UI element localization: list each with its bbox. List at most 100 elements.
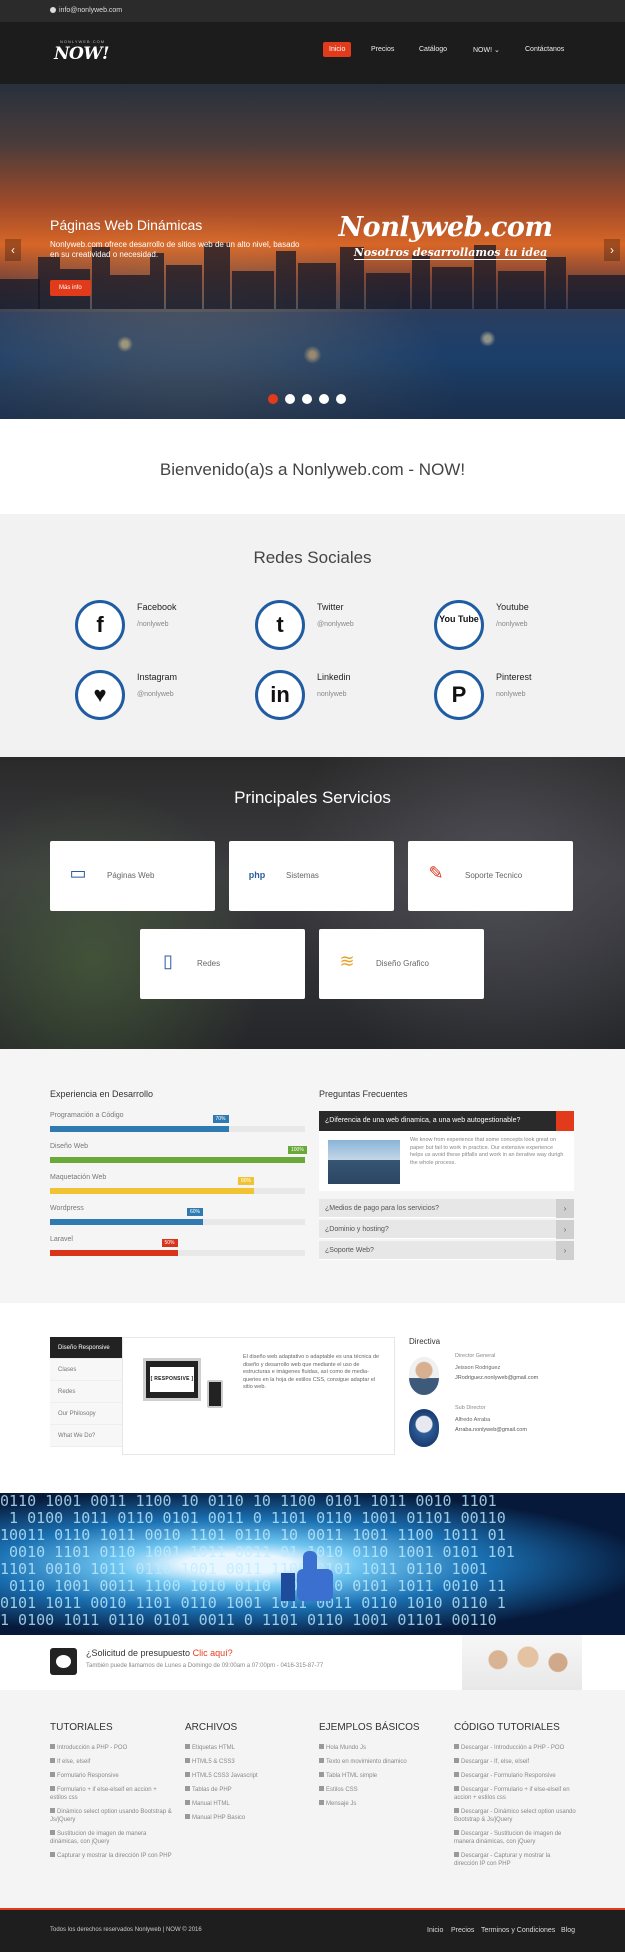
footer-link[interactable]: Introducción a PHP - POO <box>50 1744 172 1752</box>
nav-precios[interactable]: Precios <box>371 46 394 53</box>
footer-link[interactable]: Descargar - Formulario + if else-elseif … <box>454 1786 576 1802</box>
chevron-right-icon: › <box>556 1199 574 1218</box>
footer-link[interactable]: Etiquetas HTML <box>185 1744 307 1752</box>
footer-link[interactable]: Descargar - Sustitucion de imagen de man… <box>454 1830 576 1846</box>
download-icon <box>454 1808 459 1813</box>
footer-link[interactable]: HTML5 & CSS3 <box>185 1758 307 1766</box>
service-redes[interactable]: ▯ Redes <box>140 929 305 999</box>
next-slide-arrow[interactable]: › <box>604 239 620 261</box>
social-youtube[interactable]: You Tube Youtube /nonlyweb <box>434 600 609 655</box>
tab-redes[interactable]: Redes <box>50 1381 122 1403</box>
footer-link[interactable]: Hola Mundo Js <box>319 1744 441 1752</box>
footer-nav-terminos[interactable]: Terminos y Condiciones <box>481 1927 555 1934</box>
skill-track <box>50 1219 305 1225</box>
tab-our-philosophy[interactable]: Our Philosopy <box>50 1403 122 1425</box>
tab-diseno-responsive[interactable]: Diseño Responsive <box>50 1337 128 1359</box>
table-icon <box>319 1786 324 1791</box>
skill-fill <box>50 1126 229 1132</box>
service-sistemas[interactable]: php Sistemas <box>229 841 394 911</box>
footer-link[interactable]: Descargar - Capturar y mostrar la direcc… <box>454 1852 576 1868</box>
footer-link[interactable]: Manual HTML <box>185 1800 307 1808</box>
footer-link[interactable]: Capturar y mostrar la dirección IP con P… <box>50 1852 172 1860</box>
faq-question[interactable]: ¿Medios de pago para los servicios? › <box>319 1199 574 1218</box>
nav-inicio[interactable]: Inicio <box>323 42 352 57</box>
social-twitter[interactable]: t Twitter @nonlyweb <box>255 600 430 655</box>
slide-dot[interactable] <box>302 394 312 404</box>
service-soporte-tecnico[interactable]: ✎ Soporte Tecnico <box>408 841 573 911</box>
service-diseno-grafico[interactable]: ≋ Diseño Grafico <box>319 929 484 999</box>
bottom-bar: Todos los derechos reservados Nonlyweb |… <box>0 1908 625 1952</box>
footer-link[interactable]: Manual PHP Basico <box>185 1814 307 1822</box>
footer-link[interactable]: Descargar - Formulario Responsive <box>454 1772 576 1780</box>
doc-icon <box>50 1852 55 1857</box>
site-logo[interactable]: NONLYWEB.COM NOW! <box>52 39 124 67</box>
nav-catalogo[interactable]: Catálogo <box>419 46 447 53</box>
hero-brand: Nonlyweb.com Nosotros desarrollamos tu i… <box>338 212 553 260</box>
chevron-right-icon: › <box>556 1241 574 1260</box>
skill-name: Laravel <box>50 1236 73 1243</box>
social-pinterest[interactable]: P Pinterest nonlyweb <box>434 670 609 725</box>
faq-open-question[interactable]: ¿Diferencia de una web dinamica, a una w… <box>319 1111 574 1131</box>
skill-name: Diseño Web <box>50 1143 89 1150</box>
person-card: Director General Jeisson Rodriguez JRodr… <box>409 1353 579 1398</box>
thumbs-up-icon <box>281 1551 337 1605</box>
contact-email[interactable]: info@nonlyweb.com <box>50 7 122 14</box>
slide-dot[interactable] <box>285 394 295 404</box>
footer-nav-inicio[interactable]: Inicio <box>427 1927 443 1934</box>
footer-link[interactable]: Mensaje Js <box>319 1800 441 1808</box>
more-info-button[interactable]: Más info <box>50 280 91 296</box>
skill-percent-badge: 100% <box>288 1146 307 1154</box>
doc-icon <box>50 1808 55 1813</box>
link-icon <box>185 1772 190 1777</box>
tab-clases[interactable]: Clases <box>50 1359 122 1381</box>
tab-what-we-do[interactable]: What We Do? <box>50 1425 122 1447</box>
footer-link[interactable]: Descargar - Dinámico select option usand… <box>454 1808 576 1824</box>
directiva-title: Directiva <box>409 1337 441 1346</box>
faq-question[interactable]: ¿Dominio y hosting? › <box>319 1220 574 1239</box>
slide-dot[interactable] <box>336 394 346 404</box>
footer-link[interactable]: Texto en movimiento dinamico <box>319 1758 441 1766</box>
support-icon: ✎ <box>428 863 444 883</box>
footer-link[interactable]: Tablas de PHP <box>185 1786 307 1794</box>
footer-link[interactable]: Dinámico select option usando Bootstrap … <box>50 1808 172 1824</box>
prev-slide-arrow[interactable]: ‹ <box>5 239 21 261</box>
footer-nav-blog[interactable]: Blog <box>561 1927 575 1934</box>
services-title: Principales Servicios <box>234 788 391 807</box>
skill-fill <box>50 1157 305 1163</box>
download-icon <box>454 1786 459 1791</box>
slide-dot[interactable] <box>319 394 329 404</box>
nav-contactanos[interactable]: Contáctanos <box>525 46 564 53</box>
budget-link[interactable]: Clic aquí? <box>193 1648 233 1658</box>
footer-link[interactable]: Descargar - Introducción a PHP - POO <box>454 1744 576 1752</box>
footer-nav-precios[interactable]: Precios <box>451 1927 474 1934</box>
social-instagram[interactable]: ♥ Instagram @nonlyweb <box>75 670 250 725</box>
skill-bar: Programación a Código 70% <box>50 1112 305 1136</box>
skill-name: Programación a Código <box>50 1112 124 1119</box>
social-facebook[interactable]: f Facebook /nonlyweb <box>75 600 250 655</box>
collapse-icon[interactable] <box>556 1111 574 1131</box>
skill-fill <box>50 1219 203 1225</box>
footer-link[interactable]: Estilos CSS <box>319 1786 441 1794</box>
download-icon <box>454 1830 459 1835</box>
footer-link[interactable]: Formulario + if else-elseif en accion + … <box>50 1786 172 1802</box>
footer-link[interactable]: If else, elseif <box>50 1758 172 1766</box>
footer-link[interactable]: Tabla HTML simple <box>319 1772 441 1780</box>
social-linkedin[interactable]: in Linkedin nonlyweb <box>255 670 430 725</box>
faq-question[interactable]: ¿Soporte Web? › <box>319 1241 574 1260</box>
footer-column-codigo: CÓDIGO TUTORIALES Descargar - Introducci… <box>454 1722 576 1867</box>
nav-now[interactable]: NOW! ⌄ <box>473 46 500 54</box>
footer-link[interactable]: Sustitucion de imagen de manera dinámica… <box>50 1830 172 1846</box>
doc-icon <box>50 1830 55 1835</box>
slide-dot[interactable] <box>268 394 278 404</box>
palette-icon: ≋ <box>339 951 355 971</box>
link-icon <box>185 1758 190 1763</box>
footer-link[interactable]: Formulario Responsive <box>50 1772 172 1780</box>
avatar <box>409 1357 439 1395</box>
pinterest-icon: P <box>434 670 484 720</box>
footer-link[interactable]: HTML5 CSS3 Javascript <box>185 1772 307 1780</box>
faq-answer: We know from experience that some concep… <box>319 1131 574 1191</box>
skill-track <box>50 1126 305 1132</box>
download-icon <box>454 1744 459 1749</box>
service-paginas-web[interactable]: ▭ Páginas Web <box>50 841 215 911</box>
footer-link[interactable]: Descargar - If, else, elseif <box>454 1758 576 1766</box>
